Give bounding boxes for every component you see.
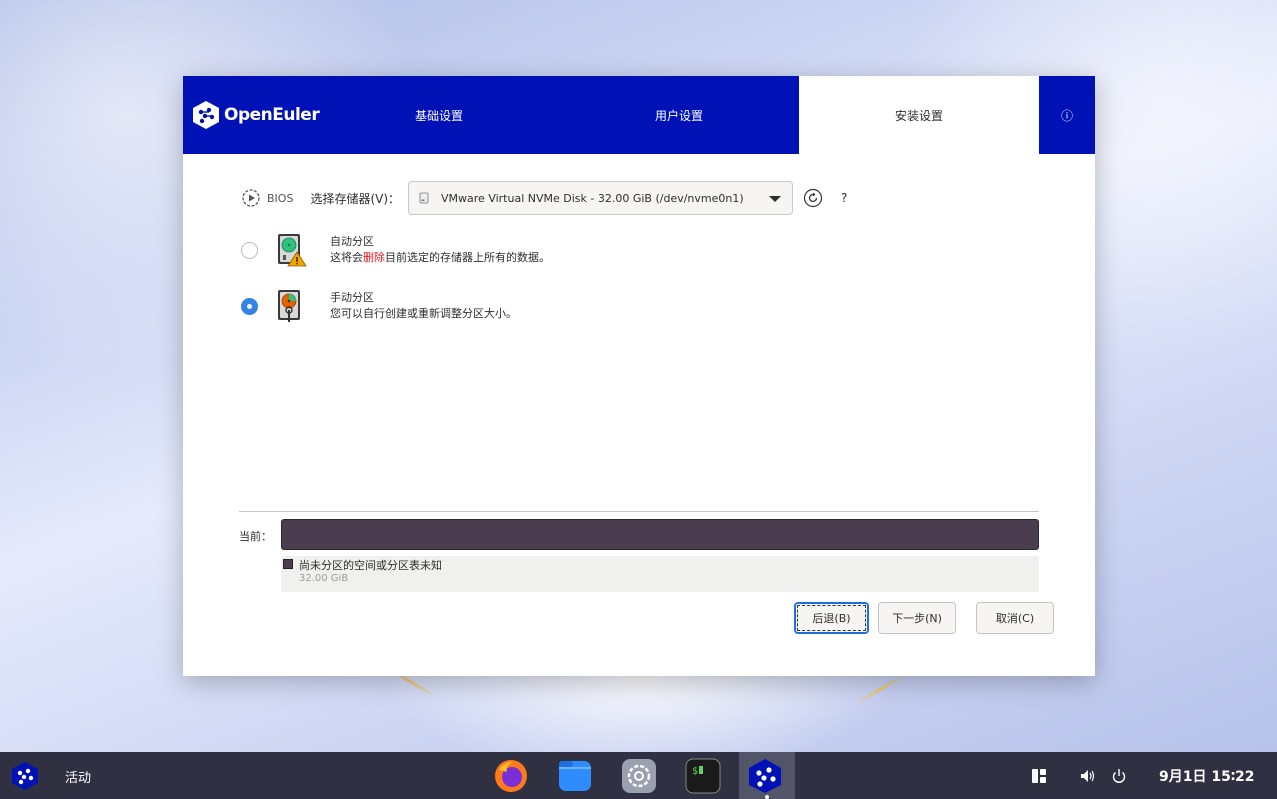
storage-dropdown[interactable]: VMware Virtual NVMe Disk - 32.00 GiB (/d… bbox=[408, 181, 794, 215]
auto-partition-radio[interactable] bbox=[241, 241, 258, 259]
installer-header: OpenEuler 基础设置 用户设置 安装设置 ⓘ bbox=[183, 76, 1095, 154]
settings-icon[interactable] bbox=[621, 758, 657, 794]
taskbar: 活动 $ 9月1日 15∶22 bbox=[0, 752, 1277, 799]
tab-install-settings[interactable]: 安装设置 bbox=[799, 76, 1039, 154]
storage-row: BIOS 选择存储器(V)： VMware Virtual NVMe Disk … bbox=[241, 181, 847, 215]
back-button[interactable]: 后退(B) bbox=[794, 602, 869, 634]
manual-partition-radio[interactable] bbox=[241, 297, 258, 315]
installer-window: OpenEuler 基础设置 用户设置 安装设置 ⓘ BIOS 选择存储器(V)… bbox=[183, 76, 1095, 676]
clock[interactable]: 9月1日 15∶22 bbox=[1159, 766, 1254, 786]
disk-icon bbox=[419, 192, 429, 204]
firmware-label: BIOS bbox=[267, 191, 294, 205]
manual-partition-desc: 您可以自行创建或重新调整分区大小。 bbox=[330, 307, 517, 320]
layout-icon[interactable] bbox=[1031, 768, 1047, 784]
manual-partition-title: 手动分区 bbox=[330, 291, 374, 304]
terminal-icon[interactable]: $ bbox=[685, 758, 721, 794]
cancel-button[interactable]: 取消(C) bbox=[976, 602, 1054, 634]
auto-partition-desc-warning: 删除 bbox=[363, 251, 385, 264]
power-icon[interactable] bbox=[1111, 768, 1127, 784]
volume-icon[interactable] bbox=[1080, 768, 1096, 784]
auto-partition-desc: 这将会删除目前选定的存储器上所有的数据。 bbox=[330, 250, 550, 266]
disk-usage-bar bbox=[281, 519, 1039, 550]
legend-size: 32.00 GiB bbox=[299, 573, 349, 584]
activities-button[interactable]: 活动 bbox=[65, 767, 91, 786]
openeuler-logo: OpenEuler bbox=[192, 100, 320, 130]
help-button[interactable]: ? bbox=[841, 191, 847, 205]
openeuler-logo-icon bbox=[193, 101, 219, 129]
logo-text: OpenEuler bbox=[224, 105, 320, 125]
auto-partition-desc-after: 目前选定的存储器上所有的数据。 bbox=[385, 251, 550, 264]
files-icon[interactable] bbox=[557, 758, 593, 794]
bios-icon bbox=[242, 189, 260, 207]
current-label: 当前： bbox=[239, 530, 272, 543]
firefox-icon[interactable] bbox=[493, 758, 529, 794]
tab-user-settings[interactable]: 用户设置 bbox=[559, 76, 799, 154]
storage-select-label: 选择存储器(V)： bbox=[310, 191, 401, 206]
disk-usage-legend: 尚未分区的空间或分区表未知 32.00 GiB bbox=[281, 556, 1039, 592]
next-button[interactable]: 下一步(N) bbox=[878, 602, 956, 634]
legend-title: 尚未分区的空间或分区表未知 bbox=[299, 559, 442, 572]
info-button[interactable]: ⓘ bbox=[1039, 76, 1095, 154]
tab-basic-settings[interactable]: 基础设置 bbox=[319, 76, 559, 154]
manual-partition-option[interactable]: 手动分区 您可以自行创建或重新调整分区大小。 bbox=[241, 286, 517, 326]
auto-partition-title: 自动分区 bbox=[330, 235, 374, 248]
installer-dock-icon[interactable] bbox=[747, 758, 783, 794]
disk-warning-icon bbox=[278, 234, 307, 267]
auto-partition-desc-before: 这将会 bbox=[330, 251, 363, 264]
chevron-down-icon bbox=[769, 196, 782, 202]
svg-text:$: $ bbox=[692, 766, 698, 777]
refresh-icon[interactable] bbox=[803, 188, 823, 208]
openeuler-menu-icon[interactable] bbox=[10, 761, 40, 791]
running-indicator bbox=[765, 795, 769, 799]
divider bbox=[239, 511, 1039, 512]
disk-tool-icon bbox=[278, 290, 300, 322]
legend-swatch bbox=[283, 559, 293, 569]
selected-disk: VMware Virtual NVMe Disk - 32.00 GiB (/d… bbox=[441, 191, 744, 205]
auto-partition-option[interactable]: 自动分区 这将会删除目前选定的存储器上所有的数据。 bbox=[241, 230, 550, 270]
